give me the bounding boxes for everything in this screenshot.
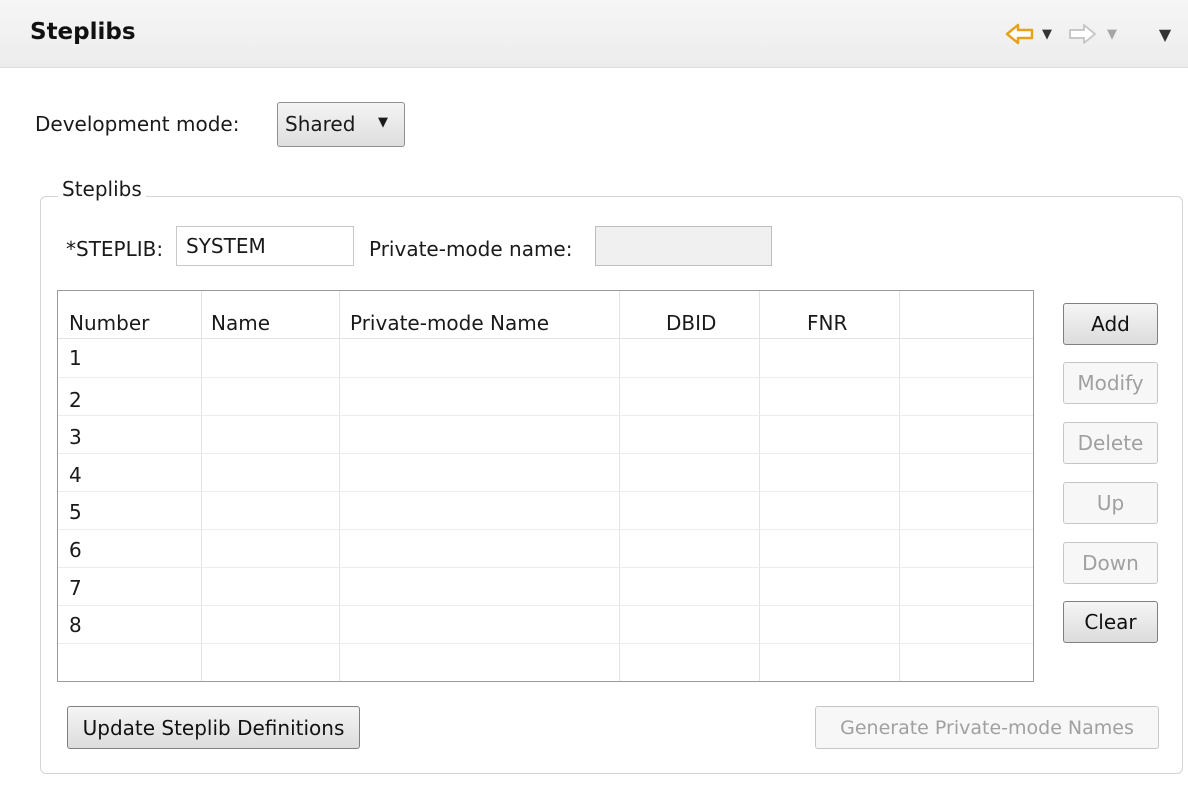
row-number-cell: 1 [69, 346, 82, 370]
delete-button[interactable]: Delete [1063, 422, 1158, 464]
table-row[interactable]: 1 [58, 339, 1033, 377]
development-mode-label: Development mode: [35, 112, 240, 136]
column-header-name[interactable]: Name [211, 311, 270, 335]
update-steplib-definitions-button[interactable]: Update Steplib Definitions [67, 706, 360, 749]
steplibs-group-title: Steplibs [58, 177, 146, 201]
row-number-cell: 2 [69, 388, 82, 412]
table-row[interactable]: 5 [58, 491, 1033, 529]
private-mode-name-label: Private-mode name: [369, 237, 573, 261]
column-header-fnr[interactable]: FNR [807, 311, 847, 335]
clear-button[interactable]: Clear [1063, 601, 1158, 643]
row-number-cell: 4 [69, 463, 82, 487]
table-row[interactable]: 6 [58, 529, 1033, 567]
down-button[interactable]: Down [1063, 542, 1158, 584]
column-header-number[interactable]: Number [69, 311, 149, 335]
table-row[interactable]: 7 [58, 567, 1033, 605]
forward-history-dropdown-icon[interactable]: ▼ [1103, 20, 1121, 48]
back-history-dropdown-icon[interactable]: ▼ [1038, 20, 1056, 48]
page-title: Steplibs [30, 19, 136, 45]
view-menu-icon[interactable]: ▼ [1153, 20, 1177, 48]
row-number-cell: 6 [69, 538, 82, 562]
column-header-private-mode-name[interactable]: Private-mode Name [350, 311, 549, 335]
chevron-down-icon: ▼ [378, 115, 388, 130]
row-number-cell: 3 [69, 425, 82, 449]
table-row[interactable]: 4 [58, 453, 1033, 491]
forward-arrow-icon[interactable] [1066, 20, 1098, 48]
development-mode-select[interactable]: Shared ▼ [277, 102, 405, 147]
modify-button[interactable]: Modify [1063, 362, 1158, 404]
generate-private-mode-names-button[interactable]: Generate Private-mode Names [815, 706, 1159, 749]
view-header: Steplibs ▼ ▼ ▼ [0, 0, 1188, 68]
up-button[interactable]: Up [1063, 482, 1158, 524]
development-mode-value: Shared [285, 112, 356, 136]
back-arrow-icon[interactable] [1004, 20, 1036, 48]
steplibs-table[interactable]: Number Name Private-mode Name DBID FNR 1… [57, 290, 1034, 682]
row-number-cell: 8 [69, 613, 82, 637]
table-row[interactable]: 3 [58, 415, 1033, 453]
column-header-dbid[interactable]: DBID [666, 311, 716, 335]
add-button[interactable]: Add [1063, 303, 1158, 345]
private-mode-name-input[interactable] [595, 226, 772, 266]
steplib-label: *STEPLIB: [66, 237, 164, 261]
steplib-input-value: SYSTEM [186, 234, 266, 258]
table-row[interactable]: 8 [58, 605, 1033, 643]
row-number-cell: 7 [69, 576, 82, 600]
steplib-input[interactable]: SYSTEM [176, 226, 354, 266]
table-row[interactable]: 2 [58, 377, 1033, 415]
row-number-cell: 5 [69, 500, 82, 524]
